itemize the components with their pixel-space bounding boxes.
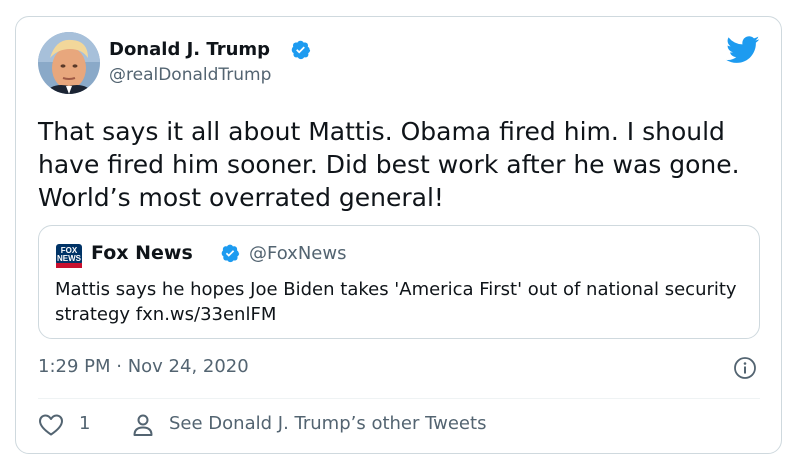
quote-text: Mattis says he hopes Joe Biden takes 'Am… [55, 279, 737, 325]
author-avatar[interactable] [38, 32, 100, 94]
fox-news-avatar: FOX NEWS [55, 242, 83, 270]
person-icon [133, 414, 153, 436]
quote-author-handle[interactable]: @FoxNews [249, 243, 346, 264]
info-icon[interactable] [733, 356, 757, 380]
twitter-bird-icon[interactable] [726, 36, 760, 64]
heart-icon[interactable] [38, 413, 64, 437]
tweet-text: That says it all about Mattis. Obama fir… [38, 117, 740, 212]
verified-badge-icon [221, 244, 240, 263]
quote-author-name[interactable]: Fox News [91, 242, 193, 264]
tweet-timestamp[interactable]: 1:29 PM · Nov 24, 2020 [38, 356, 249, 377]
verified-badge-icon [291, 40, 311, 60]
author-handle[interactable]: @realDonaldTrump [109, 65, 271, 85]
fox-avatar-line2: NEWS [57, 254, 82, 263]
quoted-tweet[interactable]: FOX NEWS Fox News @FoxNews Mattis says h… [38, 225, 760, 339]
tweet-card: Donald J. Trump @realDonaldTrump That sa… [15, 16, 782, 454]
like-count: 1 [79, 413, 91, 434]
author-name[interactable]: Donald J. Trump [109, 39, 270, 60]
divider [38, 398, 760, 399]
see-other-tweets-link[interactable]: See Donald J. Trump’s other Tweets [169, 413, 486, 434]
